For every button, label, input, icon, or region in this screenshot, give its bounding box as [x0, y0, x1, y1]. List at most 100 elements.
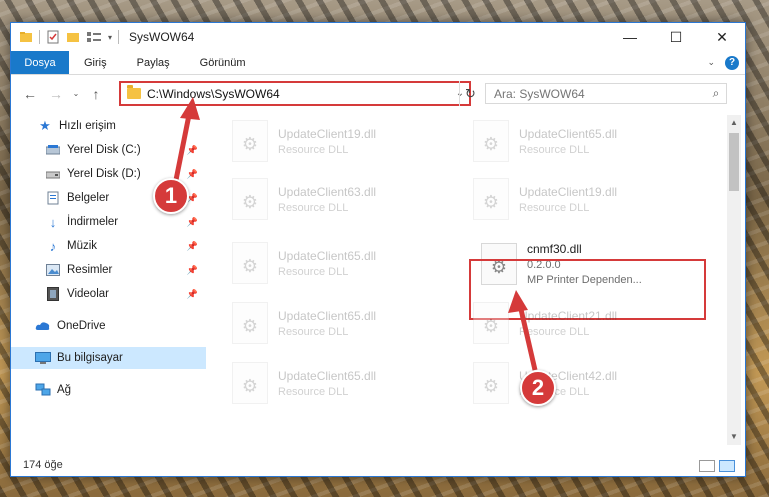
navigation-pane: ★ Hızlı erişim Yerel Disk (C:) 📌 Yerel D…	[11, 115, 206, 445]
search-icon[interactable]: ⌕	[706, 86, 726, 101]
quick-access-toolbar: ▾	[11, 30, 120, 44]
sidebar-item-downloads[interactable]: ↓ İndirmeler 📌	[11, 211, 206, 233]
sidebar-item-label: Videolar	[67, 288, 109, 300]
forward-arrow-icon[interactable]: →	[43, 86, 69, 102]
expand-ribbon-icon[interactable]: ⌄	[707, 57, 715, 68]
details-view-icon[interactable]	[699, 460, 715, 472]
folder-icon	[127, 85, 141, 99]
file-item[interactable]: ⚙ UpdateClient19.dll Resource DLL	[473, 173, 693, 225]
file-name: UpdateClient65.dll	[519, 126, 618, 141]
sidebar-item-network[interactable]: Ağ	[11, 379, 206, 401]
sidebar-item-label: Hızlı erişim	[59, 120, 116, 132]
sidebar-item-local-disk-c[interactable]: Yerel Disk (C:) 📌	[11, 139, 206, 161]
tab-share[interactable]: Paylaş	[122, 51, 185, 74]
dll-file-icon: ⚙	[473, 302, 509, 344]
file-item[interactable]: ⚙ UpdateClient63.dll Resource DLL	[232, 173, 452, 225]
music-icon: ♪	[49, 238, 57, 254]
file-list: ⚙ UpdateClient19.dll Resource DLL ⚙ Updat…	[218, 115, 723, 445]
sidebar-item-label: Bu bilgisayar	[57, 352, 123, 364]
file-description: Resource DLL	[278, 325, 349, 338]
pin-icon[interactable]: 📌	[187, 265, 198, 276]
sidebar-item-label: Resimler	[67, 264, 113, 276]
pictures-icon	[45, 263, 61, 277]
tab-view[interactable]: Görünüm	[185, 51, 261, 74]
star-icon: ★	[39, 118, 51, 133]
videos-icon	[45, 287, 61, 301]
up-arrow-icon[interactable]: ↑	[83, 86, 109, 102]
properties-icon[interactable]	[46, 30, 60, 44]
file-name: UpdateClient65.dll	[278, 368, 377, 383]
dll-file-icon: ⚙	[473, 362, 509, 404]
folder-icon	[20, 32, 32, 42]
step-callout-1: 1	[153, 178, 189, 214]
tab-file[interactable]: Dosya	[11, 51, 69, 74]
file-description: Resource DLL	[519, 325, 590, 338]
maximize-button[interactable]: ☐	[653, 23, 699, 51]
pin-icon[interactable]: 📌	[187, 217, 198, 228]
sidebar-item-pictures[interactable]: Resimler 📌	[11, 259, 206, 281]
tab-home[interactable]: Giriş	[69, 51, 122, 74]
refresh-button[interactable]: ↻	[459, 81, 481, 106]
pin-icon[interactable]: 📌	[187, 145, 198, 156]
sidebar-item-videos[interactable]: Videolar 📌	[11, 283, 206, 305]
file-description: Resource DLL	[278, 201, 349, 214]
drive-icon	[45, 167, 61, 181]
file-name: UpdateClient65.dll	[278, 248, 377, 263]
large-icons-view-icon[interactable]	[719, 460, 735, 472]
file-item[interactable]: ⚙ UpdateClient21.dll Resource DLL	[473, 297, 693, 349]
file-item[interactable]: ⚙ UpdateClient42.dllResource DLL	[473, 357, 693, 409]
recent-locations-icon[interactable]: ⌄	[69, 89, 83, 98]
sidebar-item-label: Yerel Disk (D:)	[67, 168, 141, 180]
chevron-down-icon[interactable]: ▾	[108, 33, 112, 42]
file-description: Resource DLL	[278, 143, 349, 156]
search-box[interactable]: ⌕	[485, 83, 727, 104]
sidebar-item-label: OneDrive	[57, 320, 106, 332]
gear-icon: ⚙	[241, 315, 259, 336]
toolbar-divider	[118, 30, 120, 44]
new-folder-icon[interactable]	[66, 30, 80, 44]
sidebar-item-this-pc[interactable]: Bu bilgisayar	[11, 347, 206, 369]
pin-icon[interactable]: 📌	[187, 241, 198, 252]
file-item[interactable]: ⚙ UpdateClient65.dll Resource DLL	[232, 297, 452, 349]
scroll-down-icon[interactable]: ▼	[727, 429, 741, 445]
gear-icon: ⚙	[241, 255, 259, 276]
cloud-icon	[35, 319, 51, 333]
download-icon: ↓	[49, 214, 57, 230]
file-item[interactable]: ⚙ UpdateClient65.dll Resource DLL	[232, 357, 452, 409]
sidebar-item-label: Belgeler	[67, 192, 110, 204]
file-item[interactable]: ⚙ UpdateClient65.dll Resource DLL	[232, 237, 452, 289]
file-item[interactable]: ⚙ UpdateClient65.dll Resource DLL	[473, 115, 693, 167]
gear-icon: ⚙	[241, 375, 259, 396]
vertical-scrollbar[interactable]: ▲ ▼	[727, 115, 741, 445]
address-bar[interactable]: C:\Windows\SysWOW64 ⌄	[119, 81, 471, 106]
status-bar: 174 öğe	[11, 454, 745, 476]
file-name: cnmf30.dll	[527, 242, 582, 256]
back-arrow-icon[interactable]: ←	[17, 86, 43, 102]
scroll-up-icon[interactable]: ▲	[727, 115, 741, 131]
sidebar-item-label: Müzik	[67, 240, 98, 252]
close-button[interactable]: ✕	[699, 23, 745, 51]
file-name: UpdateClient65.dll	[278, 308, 377, 323]
window-title: SysWOW64	[129, 30, 195, 44]
sidebar-item-onedrive[interactable]: OneDrive	[11, 315, 206, 337]
file-name: UpdateClient21.dll	[519, 308, 618, 323]
refresh-icon: ↻	[465, 85, 476, 101]
file-item[interactable]: ⚙ UpdateClient19.dll Resource DLL	[232, 115, 452, 167]
scroll-thumb[interactable]	[729, 133, 739, 191]
address-path[interactable]: C:\Windows\SysWOW64	[147, 87, 451, 101]
help-icon[interactable]: ?	[725, 55, 739, 70]
ribbon-tabs: Dosya Giriş Paylaş Görünüm ⌄ ?	[11, 51, 745, 75]
step-callout-2: 2	[520, 370, 556, 406]
dll-file-icon: ⚙	[232, 178, 268, 220]
sidebar-item-music[interactable]: ♪ Müzik 📌	[11, 235, 206, 257]
pin-icon[interactable]: 📌	[187, 289, 198, 300]
window-controls: — ☐ ✕	[607, 23, 745, 51]
pin-icon[interactable]: 📌	[187, 169, 198, 180]
view-options-icon[interactable]	[86, 30, 102, 44]
dll-file-icon: ⚙	[232, 302, 268, 344]
file-explorer-window: ▾ SysWOW64 — ☐ ✕ Dosya Giriş Paylaş Görü…	[10, 22, 746, 477]
gear-icon: ⚙	[482, 315, 500, 336]
minimize-button[interactable]: —	[607, 23, 653, 51]
sidebar-item-quick-access[interactable]: ★ Hızlı erişim	[11, 115, 206, 137]
search-input[interactable]	[494, 86, 706, 101]
